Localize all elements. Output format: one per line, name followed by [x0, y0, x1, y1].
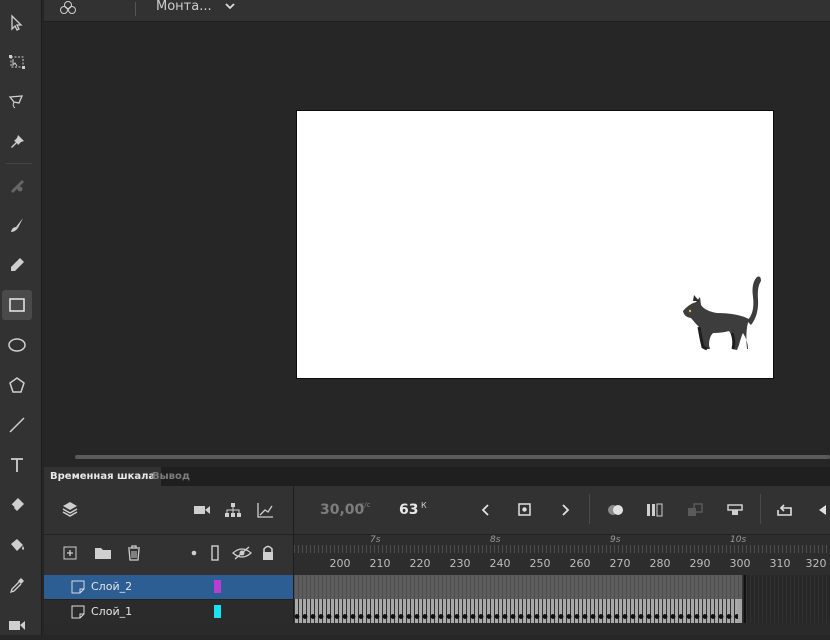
- scene-selector-label[interactable]: Монта...: [156, 0, 212, 14]
- tab-output[interactable]: Вывод: [146, 467, 196, 486]
- new-layer-icon[interactable]: [61, 544, 79, 562]
- play-reverse-icon[interactable]: [814, 500, 830, 520]
- dot-icon[interactable]: [188, 544, 200, 562]
- ruler-frame-label: 200: [329, 557, 351, 570]
- layer-header: [44, 535, 293, 575]
- cat-image[interactable]: [677, 261, 773, 361]
- timeline-ruler[interactable]: 7s 8s 9s 10s 200 210 220 230 240 250 260…: [294, 535, 830, 575]
- clubs-icon: [58, 0, 78, 16]
- chevron-down-icon[interactable]: [224, 1, 236, 11]
- trash-icon[interactable]: [125, 544, 143, 562]
- empty-frames[interactable]: [742, 575, 830, 599]
- ruler-second-label: 8s: [490, 535, 501, 545]
- frame-span[interactable]: [294, 575, 742, 599]
- next-frame-icon[interactable]: [555, 500, 575, 520]
- ruler-frame-label: 290: [689, 557, 711, 570]
- line-icon[interactable]: [2, 410, 32, 440]
- visibility-icon[interactable]: [231, 544, 253, 562]
- insert-keyframe-icon[interactable]: [515, 500, 535, 520]
- divider: [589, 494, 590, 524]
- divider: [760, 494, 761, 524]
- frame-track[interactable]: [294, 599, 830, 623]
- ruler-frame-label: 300: [729, 557, 751, 570]
- text-icon[interactable]: [2, 450, 32, 480]
- ruler-frame-label: 220: [409, 557, 431, 570]
- divider: [135, 2, 136, 16]
- rectangle-icon[interactable]: [2, 290, 32, 320]
- tab-timeline[interactable]: Временная шкала: [44, 467, 162, 486]
- frame-unit: К: [421, 501, 427, 510]
- layer-color-swatch[interactable]: [214, 605, 221, 618]
- ruler-second-label: 7s: [370, 535, 381, 545]
- polygon-icon[interactable]: [2, 370, 32, 400]
- ruler-frame-label: 240: [489, 557, 511, 570]
- layers-icon[interactable]: [60, 499, 80, 519]
- folder-icon[interactable]: [93, 544, 113, 562]
- prev-frame-icon[interactable]: [476, 500, 496, 520]
- ruler-frame-label: 250: [529, 557, 551, 570]
- ruler-frame-label: 210: [369, 557, 391, 570]
- keyframe-span[interactable]: [294, 599, 738, 623]
- create-tween-icon[interactable]: [724, 500, 746, 520]
- layer-icon: [71, 605, 85, 619]
- ruler-frame-label: 270: [609, 557, 631, 570]
- ruler-frame-label: 310: [769, 557, 791, 570]
- onion-skin-icon[interactable]: [605, 500, 627, 520]
- empty-frames[interactable]: [742, 599, 830, 623]
- layer-parenting-icon[interactable]: [223, 500, 243, 520]
- ruler-ticks: [294, 545, 830, 553]
- fps-value[interactable]: 30,00: [320, 502, 364, 518]
- camera-icon[interactable]: [192, 500, 212, 520]
- convert-frames-icon[interactable]: [684, 500, 706, 520]
- graph-icon[interactable]: [255, 500, 275, 520]
- paint-bucket-icon[interactable]: [2, 530, 32, 560]
- edit-multiple-frames-icon[interactable]: [644, 500, 666, 520]
- selection-arrow-icon[interactable]: [2, 8, 32, 38]
- layer-icon: [71, 580, 85, 594]
- camera-icon[interactable]: [2, 610, 32, 640]
- current-frame-value[interactable]: 63: [399, 502, 418, 518]
- ruler-frame-label: 320: [805, 557, 827, 570]
- pencil-icon[interactable]: [2, 250, 32, 280]
- ruler-frame-label: 230: [449, 557, 471, 570]
- edit-bar: Монта...: [44, 0, 830, 22]
- timeline-toolbar: 30,00 к/с 63 К: [44, 486, 830, 535]
- ruler-frame-label: 280: [649, 557, 671, 570]
- frame-track[interactable]: [294, 575, 830, 599]
- layer-row[interactable]: Слой_2: [44, 575, 293, 599]
- loop-icon[interactable]: [773, 500, 797, 520]
- playhead[interactable]: [744, 575, 746, 623]
- asset-warp-icon[interactable]: [2, 170, 32, 200]
- free-transform-icon[interactable]: [2, 47, 32, 77]
- ruler-second-label: 9s: [610, 535, 621, 545]
- lasso-icon[interactable]: [2, 87, 32, 117]
- canvas-area[interactable]: [44, 22, 830, 462]
- timeline-bottom: [44, 623, 830, 635]
- layer-color-swatch[interactable]: [214, 580, 221, 593]
- oval-icon[interactable]: [2, 330, 32, 360]
- outline-icon[interactable]: [209, 544, 221, 562]
- stage[interactable]: [296, 110, 774, 379]
- lock-icon[interactable]: [259, 544, 277, 562]
- layer-name[interactable]: Слой_2: [91, 580, 132, 593]
- brush-icon[interactable]: [2, 210, 32, 240]
- panel-tabs: Временная шкала Вывод: [44, 467, 830, 486]
- fps-unit: к/с: [360, 501, 371, 509]
- layer-row[interactable]: Слой_1: [44, 599, 293, 623]
- horizontal-scrollbar[interactable]: [75, 455, 830, 459]
- tools-panel: [0, 0, 42, 635]
- layer-name[interactable]: Слой_1: [91, 605, 132, 618]
- eyedropper-icon[interactable]: [2, 570, 32, 600]
- pin-icon[interactable]: [2, 127, 32, 157]
- ruler-frame-label: 260: [569, 557, 591, 570]
- ruler-second-label: 10s: [730, 535, 747, 545]
- eraser-icon[interactable]: [2, 490, 32, 520]
